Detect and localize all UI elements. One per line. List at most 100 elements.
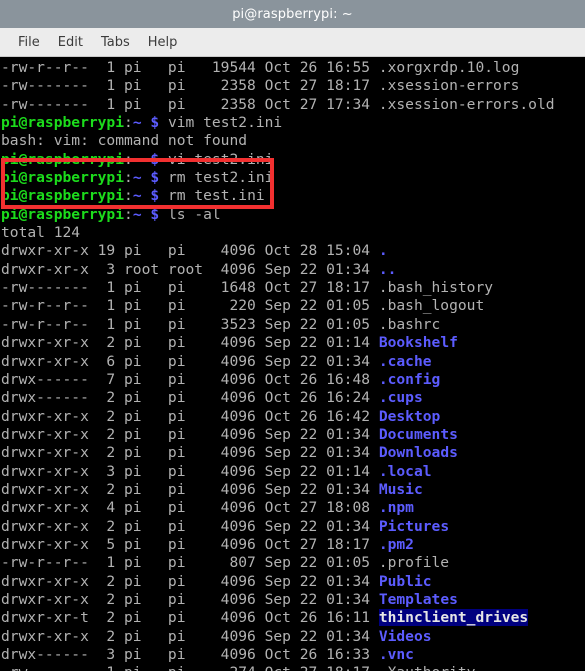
prompt-user-host: pi@raspberrypi <box>1 114 125 132</box>
directory-name: .npm <box>378 499 414 517</box>
prompt-path: ~ <box>132 205 142 223</box>
output-text: -rw-r--r-- 1 pi pi 807 Sep 22 01:05 .pro… <box>1 554 450 572</box>
prompt-colon: : <box>124 169 133 187</box>
directory-name: .cups <box>378 389 423 407</box>
output-text: -rw------- 1 pi pi 1648 Oct 27 18:17 .ba… <box>1 279 494 297</box>
output-text: total 124 <box>1 224 81 242</box>
terminal-output-line: drwxr-xr-x 6 pi pi 4096 Sep 22 01:34 .ca… <box>1 353 585 371</box>
output-text: drwxr-xr-x 3 pi pi 4096 Sep 22 01:14 <box>1 462 379 480</box>
prompt-user-host: pi@raspberrypi <box>1 187 125 205</box>
terminal-output-line: drwxr-xr-x 2 pi pi 4096 Sep 22 01:34 Mus… <box>1 481 585 499</box>
directory-name: Templates <box>378 590 458 608</box>
terminal-output-line: drwxr-xr-x 3 root root 4096 Sep 22 01:34… <box>1 261 585 279</box>
output-text: drwxr-xr-x 2 pi pi 4096 Sep 22 01:34 <box>1 425 379 443</box>
terminal-output-line: drwxr-xr-x 2 pi pi 4096 Sep 22 01:34 Pic… <box>1 518 585 536</box>
output-text: drwxr-xr-x 2 pi pi 4096 Sep 22 01:34 <box>1 517 379 535</box>
prompt-path: ~ <box>132 114 142 132</box>
menu-item-label: Tabs <box>100 34 130 50</box>
terminal-output-line: drwxr-xr-x 2 pi pi 4096 Sep 22 01:34 Dow… <box>1 444 585 462</box>
terminal-output-line: bash: vim: command not found <box>1 132 585 150</box>
terminal-output-line: drwxr-xr-x 2 pi pi 4096 Oct 26 16:42 Des… <box>1 408 585 426</box>
output-text: drwxr-xr-x 2 pi pi 4096 Sep 22 01:14 <box>1 334 379 352</box>
directory-name: Downloads <box>378 444 458 462</box>
output-text: drwx------ 7 pi pi 4096 Oct 26 16:48 <box>1 370 379 388</box>
prompt-colon: : <box>124 150 133 168</box>
directory-name: Music <box>378 480 423 498</box>
terminal-prompt-line: pi@raspberrypi:~ $ ls -al <box>1 206 585 224</box>
output-text: -rw------- 1 pi pi 2358 Oct 27 17:34 .xs… <box>1 95 555 113</box>
output-text: drwxr-xr-x 19 pi pi 4096 Oct 28 15:04 <box>1 242 379 260</box>
output-text: -rw------- 1 pi pi 2358 Oct 27 18:17 .xs… <box>1 77 520 95</box>
terminal-command-text: ls -al <box>159 205 221 223</box>
terminal-prompt-line: pi@raspberrypi:~ $ rm test.ini <box>1 187 585 205</box>
output-text: -rw-r--r-- 1 pi pi 220 Sep 22 01:05 .bas… <box>1 297 485 315</box>
terminal-output-line: -rw------- 1 pi pi 1648 Oct 27 18:17 .ba… <box>1 279 585 297</box>
output-text: -rw-r--r-- 1 pi pi 19544 Oct 26 16:55 .x… <box>1 59 520 76</box>
menu-item-label: Edit <box>57 34 83 50</box>
terminal-output-line: drwxr-xr-x 2 pi pi 4096 Sep 22 01:34 Tem… <box>1 591 585 609</box>
terminal-output-line: drwxr-xr-x 2 pi pi 4096 Sep 22 01:34 Doc… <box>1 426 585 444</box>
menu-item-label: Help <box>147 34 178 50</box>
prompt-colon: : <box>124 114 133 132</box>
prompt-path: ~ <box>132 150 142 168</box>
prompt-colon: : <box>124 205 133 223</box>
directory-name: .cache <box>378 352 432 370</box>
prompt-symbol: $ <box>150 187 160 205</box>
prompt-path: ~ <box>132 187 142 205</box>
prompt-symbol: $ <box>150 205 160 223</box>
directory-name: Documents <box>378 425 458 443</box>
terminal-prompt-line: pi@raspberrypi:~ $ rm test2.ini <box>1 169 585 187</box>
prompt-user-host: pi@raspberrypi <box>1 169 125 187</box>
output-text: drwxr-xr-t 2 pi pi 4096 Oct 26 16:11 <box>1 609 379 627</box>
output-text: drwx------ 3 pi pi 4096 Oct 26 16:33 <box>1 646 379 663</box>
prompt-symbol: $ <box>150 150 160 168</box>
menu-item-label: File <box>18 34 40 50</box>
output-text: drwxr-xr-x 2 pi pi 4096 Oct 26 16:42 <box>1 407 379 425</box>
prompt-colon: : <box>124 187 133 205</box>
output-text: drwxr-xr-x 4 pi pi 4096 Oct 27 18:08 <box>1 499 379 517</box>
terminal-output-line: -rw------- 1 pi pi 2358 Oct 27 17:34 .xs… <box>1 96 585 114</box>
directory-name: Public <box>378 572 432 590</box>
directory-name: Desktop <box>378 407 441 425</box>
terminal-command-text: rm test2.ini <box>159 169 274 187</box>
menu-tabs[interactable]: Tabs <box>92 33 139 52</box>
output-text: drwxr-xr-x 5 pi pi 4096 Oct 27 18:17 <box>1 535 379 553</box>
menu-bar: File Edit Tabs Help <box>0 28 585 57</box>
directory-name: .local <box>378 462 432 480</box>
menu-help[interactable]: Help <box>139 33 187 52</box>
terminal-output-line: drwx------ 3 pi pi 4096 Oct 26 16:33 .vn… <box>1 646 585 664</box>
menu-edit[interactable]: Edit <box>49 33 92 52</box>
output-text: -rw------- 1 pi pi 274 Oct 27 18:17 .Xau… <box>1 664 475 671</box>
terminal-output-area[interactable]: -rw-r--r-- 1 pi pi 19544 Oct 26 16:55 .x… <box>0 57 585 671</box>
prompt-symbol: $ <box>150 169 160 187</box>
prompt-user-host: pi@raspberrypi <box>1 150 125 168</box>
terminal-output-line: drwx------ 2 pi pi 4096 Oct 26 16:24 .cu… <box>1 389 585 407</box>
terminal-output-line: drwxr-xr-x 2 pi pi 4096 Sep 22 01:34 Pub… <box>1 573 585 591</box>
terminal-output-line: drwxr-xr-x 2 pi pi 4096 Sep 22 01:34 Vid… <box>1 628 585 646</box>
output-text: -rw-r--r-- 1 pi pi 3523 Sep 22 01:05 .ba… <box>1 315 441 333</box>
sticky-directory-name: thinclient_drives <box>378 609 529 627</box>
terminal-output-line: drwxr-xr-t 2 pi pi 4096 Oct 26 16:11 thi… <box>1 609 585 627</box>
output-text: drwxr-xr-x 2 pi pi 4096 Sep 22 01:34 <box>1 480 379 498</box>
output-text: drwxr-xr-x 6 pi pi 4096 Sep 22 01:34 <box>1 352 379 370</box>
terminal-output-line: drwxr-xr-x 5 pi pi 4096 Oct 27 18:17 .pm… <box>1 536 585 554</box>
terminal-output-line: drwxr-xr-x 3 pi pi 4096 Sep 22 01:14 .lo… <box>1 463 585 481</box>
window-titlebar: pi@raspberrypi: ~ <box>0 0 585 28</box>
terminal-output-line: drwxr-xr-x 2 pi pi 4096 Sep 22 01:14 Boo… <box>1 334 585 352</box>
directory-name: Videos <box>378 627 432 645</box>
directory-name: .pm2 <box>378 535 414 553</box>
terminal-output-line: -rw-r--r-- 1 pi pi 220 Sep 22 01:05 .bas… <box>1 297 585 315</box>
terminal-output-line: -rw-r--r-- 1 pi pi 19544 Oct 26 16:55 .x… <box>1 59 585 77</box>
output-text: bash: vim: command not found <box>1 132 248 150</box>
directory-name: .vnc <box>378 646 414 663</box>
terminal-command-text: rm test.ini <box>159 187 265 205</box>
terminal-output-line: drwx------ 7 pi pi 4096 Oct 26 16:48 .co… <box>1 371 585 389</box>
prompt-user-host: pi@raspberrypi <box>1 205 125 223</box>
prompt-path: ~ <box>132 169 142 187</box>
menu-file[interactable]: File <box>9 33 49 52</box>
terminal-output-line: drwxr-xr-x 4 pi pi 4096 Oct 27 18:08 .np… <box>1 499 585 517</box>
output-text: drwxr-xr-x 2 pi pi 4096 Sep 22 01:34 <box>1 590 379 608</box>
terminal-output-line: -rw------- 1 pi pi 274 Oct 27 18:17 .Xau… <box>1 664 585 671</box>
terminal-output-line: -rw------- 1 pi pi 2358 Oct 27 18:17 .xs… <box>1 77 585 95</box>
directory-name: .. <box>378 260 397 278</box>
